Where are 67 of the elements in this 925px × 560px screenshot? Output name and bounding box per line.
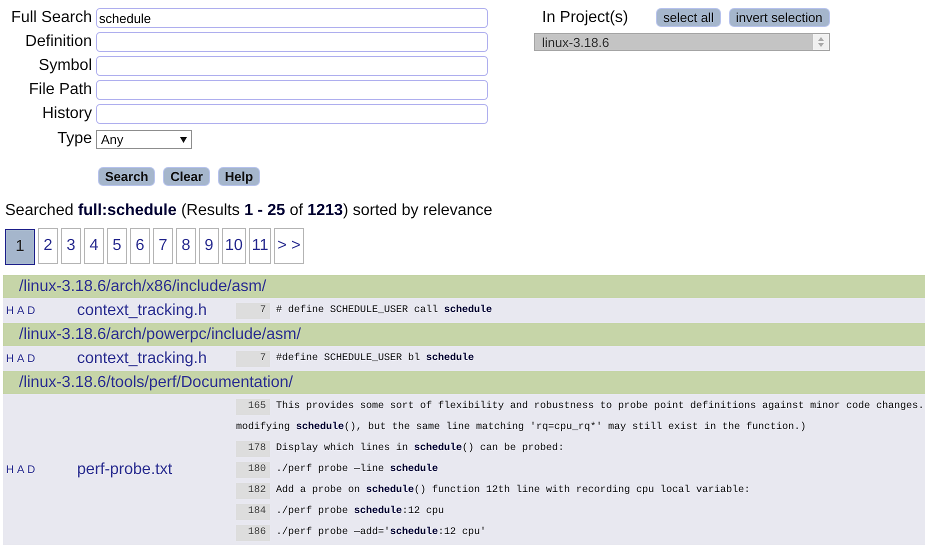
- file-action-link[interactable]: A: [16, 304, 24, 316]
- form-button[interactable]: Clear: [163, 167, 210, 186]
- project-list[interactable]: linux-3.18.6: [534, 33, 830, 51]
- line-number[interactable]: 182: [236, 482, 270, 498]
- search-field[interactable]: [96, 104, 488, 124]
- field-label: Type: [56, 130, 92, 148]
- search-field[interactable]: [96, 32, 488, 52]
- projects-label: In Project(s): [542, 8, 628, 26]
- file-action-link[interactable]: H: [6, 464, 14, 476]
- directory-link[interactable]: /linux-3.18.6/tools/perf/Documentation/: [19, 374, 293, 392]
- search-field[interactable]: [96, 56, 488, 76]
- project-button[interactable]: invert selection: [728, 8, 830, 27]
- page-link[interactable]: 7: [153, 228, 173, 264]
- file-action-link[interactable]: D: [27, 304, 36, 316]
- field-label: Full Search: [10, 9, 92, 27]
- line-number[interactable]: 186: [236, 524, 270, 540]
- code-line: Add a probe on schedule() function 12th line with recording cpu local variable:: [276, 485, 750, 496]
- page-link[interactable]: 11: [248, 228, 272, 264]
- page-link[interactable]: 5: [107, 228, 127, 264]
- spinner-icon: [813, 34, 829, 50]
- line-number[interactable]: 165: [236, 398, 270, 414]
- file-action-link[interactable]: D: [27, 464, 36, 476]
- page-link[interactable]: > >: [274, 228, 304, 264]
- code-line: This provides some sort of flexibility and robustness to probe point definitions against minor code changes.: [276, 401, 924, 412]
- page-link[interactable]: 3: [61, 228, 81, 264]
- file-link[interactable]: perf-probe.txt: [77, 460, 236, 478]
- search-field[interactable]: schedule: [96, 8, 488, 28]
- page-link[interactable]: 4: [84, 228, 104, 264]
- line-number[interactable]: 7: [236, 350, 270, 366]
- field-label: Definition: [24, 33, 92, 51]
- code-line: #define SCHEDULE_USER bl schedule: [276, 353, 474, 364]
- field-label: Symbol: [38, 57, 92, 75]
- code-line: # define SCHEDULE_USER call schedule: [276, 305, 492, 316]
- field-label: History: [41, 105, 92, 123]
- line-number[interactable]: 178: [236, 440, 270, 456]
- code-line: ./perf probe —line schedule: [276, 464, 438, 475]
- type-dropdown[interactable]: Any: [96, 130, 192, 149]
- code-line: ./perf probe —add='schedule:12 cpu': [276, 527, 486, 538]
- directory-link[interactable]: /linux-3.18.6/arch/x86/include/asm/: [19, 278, 266, 296]
- page-link[interactable]: 10: [222, 228, 246, 264]
- code-line: Display which lines in schedule() can be probed:: [276, 443, 564, 454]
- results-summary: Searched full:schedule (Results 1 - 25 of 1213) sorted by relevance: [5, 202, 494, 220]
- file-action-link[interactable]: D: [27, 352, 36, 364]
- search-field[interactable]: [96, 80, 488, 100]
- form-button[interactable]: Help: [218, 167, 260, 186]
- line-number[interactable]: 7: [236, 302, 270, 318]
- line-number[interactable]: 184: [236, 504, 270, 520]
- form-button[interactable]: Search: [98, 167, 156, 186]
- file-action-link[interactable]: H: [6, 304, 14, 316]
- code-line: ./perf probe schedule:12 cpu: [276, 506, 444, 517]
- code-line: modifying schedule(), but the same line matching 'rq=cpu_rq*' may still exist in the function.): [236, 422, 806, 433]
- caret-icon: [180, 136, 187, 142]
- file-action-link[interactable]: A: [16, 352, 24, 364]
- directory-link[interactable]: /linux-3.18.6/arch/powerpc/include/asm/: [19, 326, 301, 344]
- project-option[interactable]: linux-3.18.6: [535, 34, 813, 50]
- field-label: File Path: [28, 81, 92, 99]
- file-action-link[interactable]: H: [6, 352, 14, 364]
- file-link[interactable]: context_tracking.h: [77, 302, 236, 320]
- file-action-link[interactable]: A: [16, 464, 24, 476]
- page-link[interactable]: 6: [130, 228, 150, 264]
- page-link[interactable]: 2: [38, 228, 58, 264]
- page-link[interactable]: 8: [176, 228, 196, 264]
- page-link[interactable]: 1: [5, 229, 35, 265]
- page-link[interactable]: 9: [199, 228, 219, 264]
- line-number[interactable]: 180: [236, 462, 270, 478]
- project-button[interactable]: select all: [656, 8, 721, 27]
- file-link[interactable]: context_tracking.h: [77, 350, 236, 368]
